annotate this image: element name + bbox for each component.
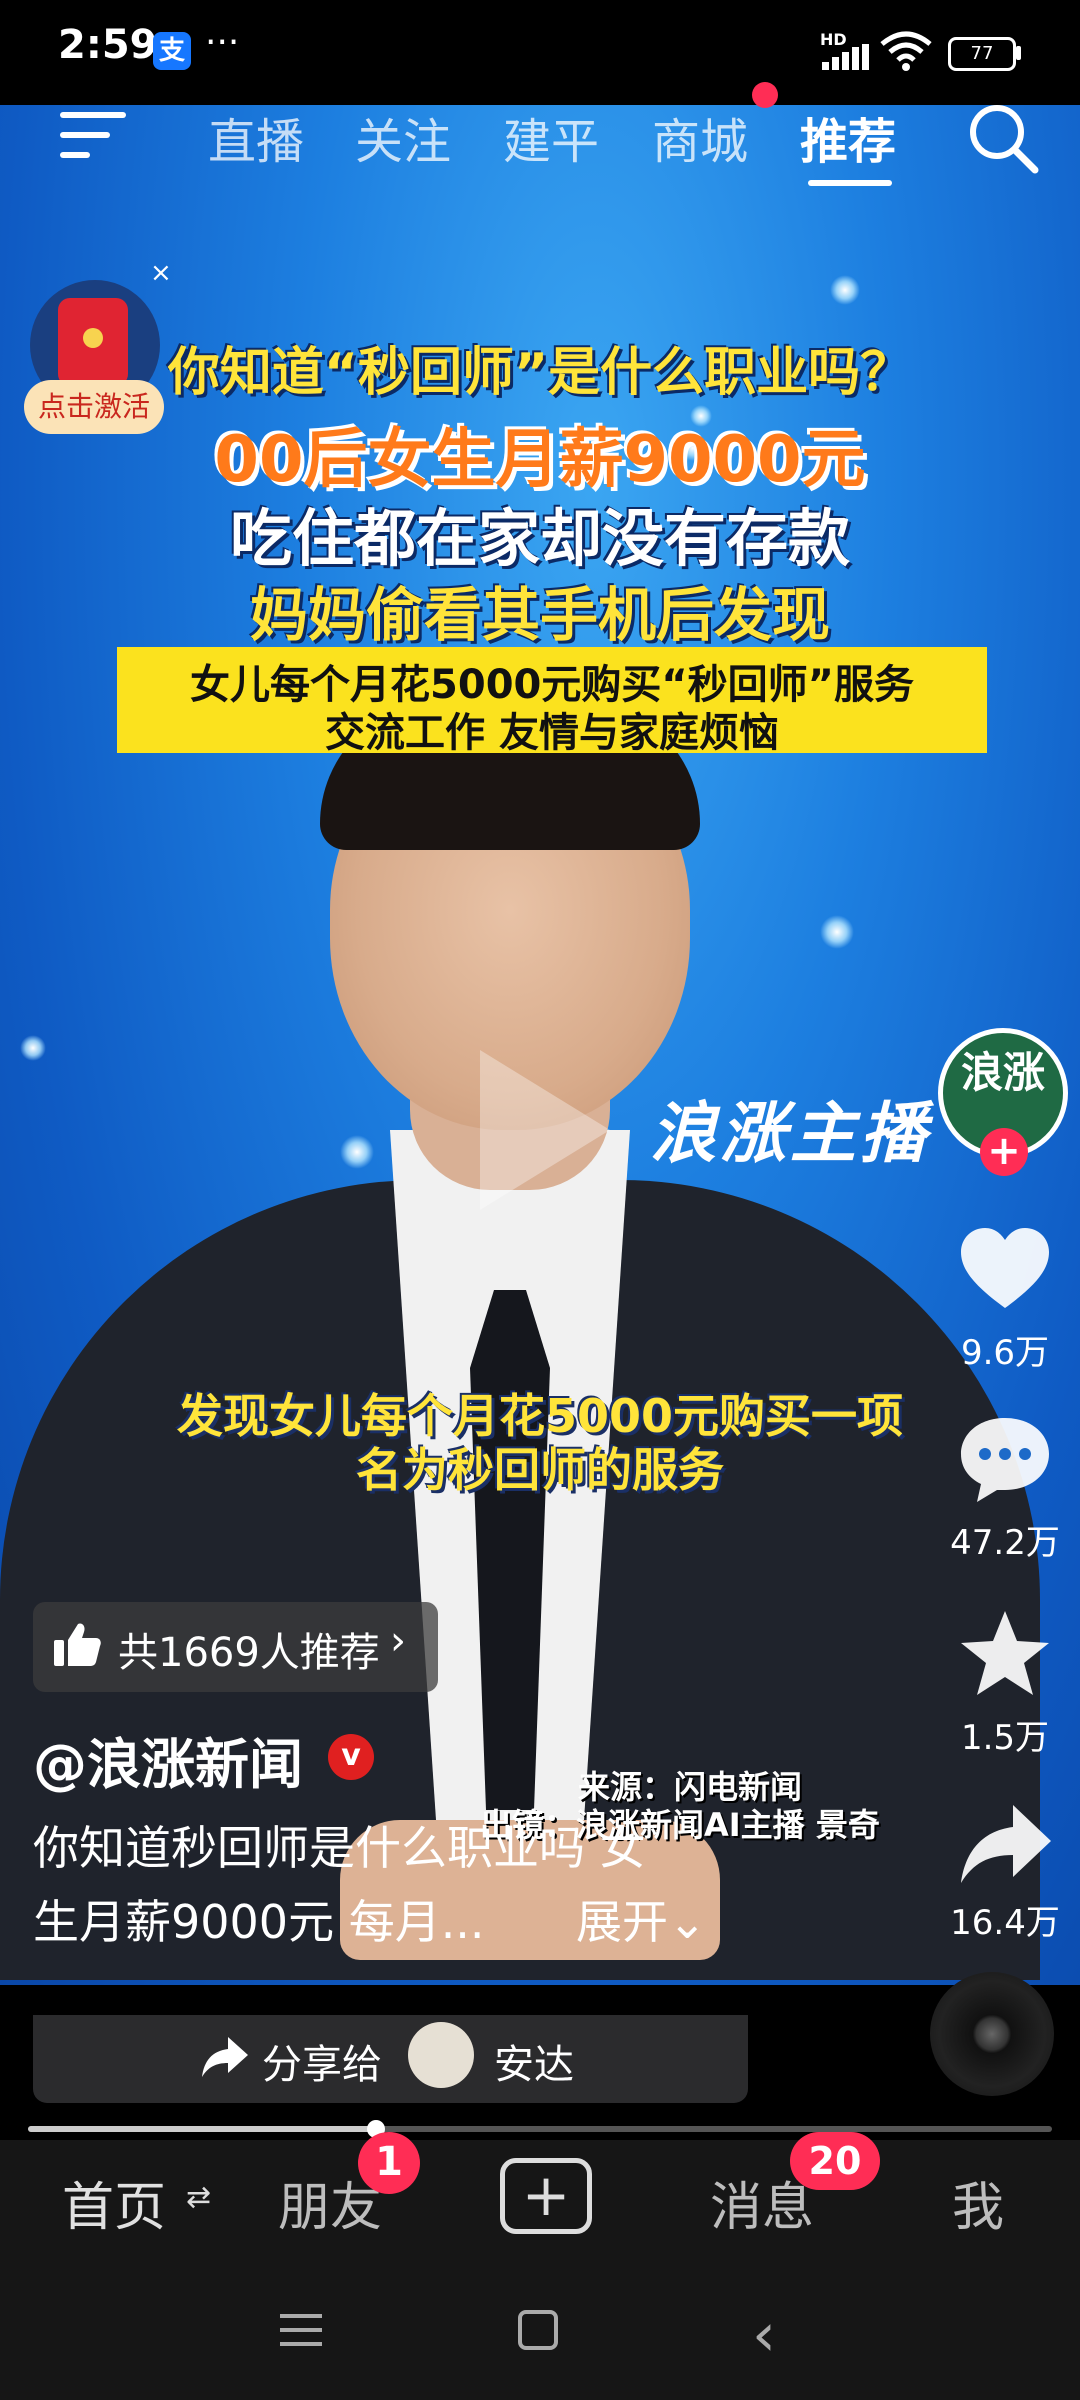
comment-icon[interactable] [955,1410,1055,1510]
favorite-count: 1.5万 [960,1718,1050,1758]
description-line-2: 生月薪9000元 每月... [33,1895,485,1949]
tab-following[interactable]: 关注 [355,102,451,172]
battery-indicator: 77 [948,37,1016,71]
wifi-icon [880,31,932,71]
chevron-right-icon: › [390,1618,406,1664]
close-icon[interactable]: × [150,258,172,288]
favorite-star-icon[interactable] [955,1605,1055,1705]
tab-mall[interactable]: 商城 [652,102,748,172]
nav-me[interactable]: 我 [952,2165,1004,2240]
share-count: 16.4万 [950,1903,1060,1943]
expand-description-link[interactable]: 展开⌄ [576,1886,707,1952]
thumbs-up-icon [54,1623,101,1666]
description-line-1: 你知道秒回师是什么职业吗 女 [33,1821,646,1875]
status-more-dots: ··· [205,22,240,63]
highlight-line-2: 交流工作 友情与家庭烦恼 [325,710,779,756]
video-headline-2: 00后女生月薪9000元 [214,423,866,497]
signal-icon [822,44,869,70]
tab-recommend[interactable]: 推荐 [800,102,896,172]
home-icon[interactable] [518,2310,558,2350]
contact-name: 安达 [494,2042,574,2088]
share-arrow-icon[interactable] [955,1795,1055,1895]
active-tab-indicator [808,180,892,186]
friends-badge: 1 [358,2132,420,2194]
sparkle [340,1135,374,1169]
sparkle [830,275,860,305]
back-icon[interactable]: ‹ [752,2300,776,2370]
search-icon[interactable] [965,100,1041,176]
verified-badge-icon: v [328,1734,374,1780]
author-name[interactable]: @浪涨新闻 [33,1720,303,1799]
messages-badge: 20 [790,2132,880,2190]
notification-dot [752,82,778,108]
tab-local[interactable]: 建平 [503,102,599,172]
sparkle [20,1035,46,1061]
tab-live[interactable]: 直播 [208,102,304,172]
share-to-label: 分享给 [262,2042,382,2088]
video-headline-1: 你知道“秒回师”是什么职业吗？ [167,343,913,403]
anchor-watermark: 浪涨主播 [650,1095,930,1172]
recent-apps-icon[interactable] [280,2312,322,2348]
video-headline-3: 吃住都在家却没有存款 [229,502,850,575]
like-icon[interactable] [955,1220,1055,1320]
sparkle [820,915,854,949]
share-to-bar[interactable] [33,2015,748,2103]
recommend-count-text: 共1669人推荐 [118,1630,380,1676]
share-arrow-icon [202,2037,248,2077]
play-icon[interactable] [460,1040,620,1220]
battery-tip [1016,46,1021,60]
alipay-notification-icon: 支 [153,32,191,70]
creator-avatar-text: 浪涨 [960,1048,1045,1097]
contact-avatar [408,2022,474,2088]
music-disc-icon[interactable] [930,1972,1054,2096]
video-headline-4: 妈妈偷看其手机后发现 [249,581,830,649]
status-time: 2:59 [58,22,158,68]
comment-count: 47.2万 [950,1523,1060,1563]
subtitle-line-2: 名为秒回师的服务 [356,1443,724,1497]
nav-home[interactable]: 首页 [62,2165,166,2240]
plus-icon: + [521,2161,571,2229]
like-count: 9.6万 [960,1333,1050,1373]
progress-fill [28,2126,377,2132]
menu-icon[interactable] [60,110,130,160]
refresh-arrows-icon: ⇄ [186,2180,212,2215]
follow-button[interactable]: + [980,1128,1028,1176]
